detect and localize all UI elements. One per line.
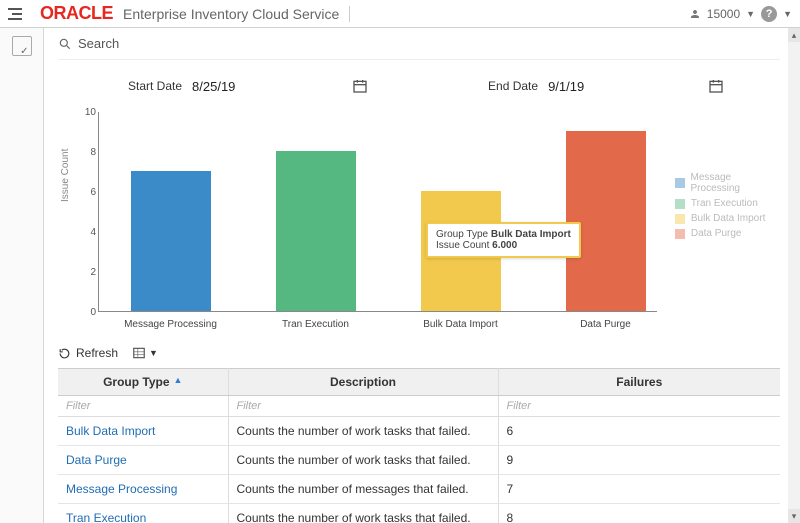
failures-table: Group Type▲ Description Failures Filter … [58,368,780,523]
chevron-down-icon: ▼ [149,348,158,358]
user-icon [689,8,701,20]
user-id[interactable]: 15000 [707,7,740,21]
legend-item[interactable]: Tran Execution [675,198,780,209]
calendar-icon[interactable] [708,78,724,94]
end-date-label: End Date [488,79,538,93]
legend-item[interactable]: Data Purge [675,228,780,239]
main-content: Search Start Date 8/25/19 End Date 9/1/1… [44,28,788,523]
search-toggle[interactable]: Search [58,34,780,60]
app-title: Enterprise Inventory Cloud Service [123,6,350,22]
description-cell: Counts the number of work tasks that fai… [228,417,498,446]
start-date-label: Start Date [128,79,182,93]
group-type-link[interactable]: Message Processing [58,475,228,504]
scrollbar[interactable]: ▴ ▾ [788,28,800,523]
filter-group-type[interactable]: Filter [66,400,90,412]
scroll-up-icon[interactable]: ▴ [788,28,800,42]
menu-icon[interactable] [8,2,32,26]
search-label: Search [78,36,119,51]
calendar-icon[interactable] [352,78,368,94]
refresh-icon [58,347,71,360]
chart-bar[interactable] [276,151,356,311]
tasks-icon[interactable] [12,36,32,56]
legend-item[interactable]: Message Processing [675,172,780,194]
failures-cell: 9 [498,446,780,475]
left-rail [0,28,44,523]
refresh-button[interactable]: Refresh [58,346,118,360]
y-axis-label: Issue Count [60,149,71,202]
group-type-link[interactable]: Data Purge [58,446,228,475]
filter-failures[interactable]: Filter [507,400,531,412]
chart-category-label: Data Purge [546,319,666,330]
app-header: ORACLE Enterprise Inventory Cloud Servic… [0,0,800,28]
end-date-input[interactable]: 9/1/19 [548,79,698,94]
table-row: Data PurgeCounts the number of work task… [58,446,780,475]
chart-tooltip: Group Type Bulk Data Import Issue Count … [426,222,581,258]
table-icon [132,346,146,360]
group-type-link[interactable]: Bulk Data Import [58,417,228,446]
description-cell: Counts the number of messages that faile… [228,475,498,504]
sort-asc-icon: ▲ [174,375,183,385]
chart-category-label: Tran Execution [256,319,376,330]
failures-cell: 8 [498,504,780,523]
filter-description[interactable]: Filter [237,400,261,412]
oracle-logo: ORACLE [40,3,113,24]
start-date-input[interactable]: 8/25/19 [192,79,342,94]
help-menu-caret[interactable]: ▼ [783,9,792,19]
date-range-row: Start Date 8/25/19 End Date 9/1/19 [58,60,780,104]
failures-cell: 7 [498,475,780,504]
chart-category-label: Bulk Data Import [401,319,521,330]
table-row: Tran ExecutionCounts the number of work … [58,504,780,523]
table-view-menu[interactable]: ▼ [132,346,158,360]
chart-category-label: Message Processing [111,319,231,330]
search-icon [58,37,72,51]
col-description[interactable]: Description [228,369,498,396]
group-type-link[interactable]: Tran Execution [58,504,228,523]
chart-legend: Message Processing Tran Execution Bulk Dat… [675,112,780,332]
user-menu-caret[interactable]: ▼ [746,9,755,19]
legend-item[interactable]: Bulk Data Import [675,213,780,224]
scroll-down-icon[interactable]: ▾ [788,509,800,523]
description-cell: Counts the number of work tasks that fai… [228,446,498,475]
chart-bar[interactable] [566,131,646,311]
col-group-type[interactable]: Group Type▲ [58,369,228,396]
table-row: Message ProcessingCounts the number of m… [58,475,780,504]
failures-cell: 6 [498,417,780,446]
table-toolbar: Refresh ▼ [58,338,780,368]
issue-count-chart[interactable]: Issue Count 0246810 Message ProcessingTr… [58,112,657,332]
col-failures[interactable]: Failures [498,369,780,396]
chart-bar[interactable] [131,171,211,311]
table-row: Bulk Data ImportCounts the number of wor… [58,417,780,446]
help-icon[interactable]: ? [761,6,777,22]
description-cell: Counts the number of work tasks that fai… [228,504,498,523]
